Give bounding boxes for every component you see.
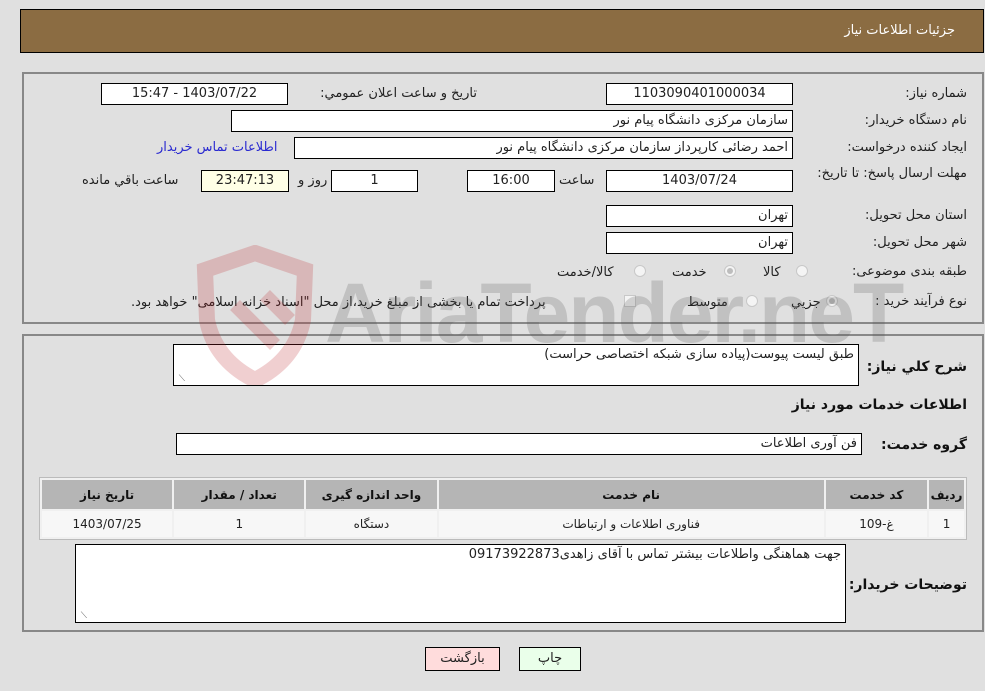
col-quantity: تعداد / مقدار xyxy=(174,480,305,509)
province-field: تهران xyxy=(606,205,793,227)
cell-service-name: فناوری اطلاعات و ارتباطات xyxy=(438,511,824,537)
category-label: طبقه بندی موضوعی: xyxy=(851,264,967,279)
cell-quantity: 1 xyxy=(174,511,305,537)
deadline-date-field: 1403/07/24 xyxy=(606,170,793,192)
category-service-label: خدمت xyxy=(672,265,707,280)
process-medium-label: متوسط xyxy=(687,295,728,310)
treasury-note: پرداخت تمام يا بخشی از مبلغ خريد،از محل … xyxy=(131,295,546,310)
buyer-notes-label: توضيحات خريدار: xyxy=(848,577,967,593)
city-label: شهر محل تحويل: xyxy=(872,235,967,250)
category-radio-goods-service[interactable] xyxy=(634,265,646,277)
buyer-org-label: نام دستگاه خريدار: xyxy=(864,113,967,128)
process-radio-minor[interactable] xyxy=(826,295,838,307)
announce-datetime-field: 1403/07/22 - 15:47 xyxy=(101,83,288,105)
buyer-notes-textarea[interactable]: جهت هماهنگی واطلاعات بیشتر تماس با آقای … xyxy=(75,544,846,623)
back-button[interactable]: بازگشت xyxy=(425,647,500,671)
announce-datetime-label: تاريخ و ساعت اعلان عمومي: xyxy=(320,86,477,101)
cell-unit: دستگاه xyxy=(306,511,437,537)
cell-service-code: غ-109 xyxy=(825,511,928,537)
requester-label: ايجاد کننده درخواست: xyxy=(847,140,967,155)
province-label: استان محل تحويل: xyxy=(865,208,967,223)
description-text: طبق لیست پیوست(پیاده سازی شبکه اختصاصی ح… xyxy=(544,347,854,362)
description-label: شرح کلي نياز: xyxy=(866,359,967,375)
description-textarea[interactable]: طبق لیست پیوست(پیاده سازی شبکه اختصاصی ح… xyxy=(173,344,859,386)
col-need-date: تاريخ نياز xyxy=(42,480,173,509)
services-heading: اطلاعات خدمات مورد نياز xyxy=(791,397,967,413)
page-title: جزئيات اطلاعات نياز xyxy=(844,23,955,38)
category-radio-service[interactable] xyxy=(724,265,736,277)
col-service-name: نام خدمت xyxy=(438,480,824,509)
need-number-label: شماره نياز: xyxy=(905,86,967,101)
need-number-field: 1103090401000034 xyxy=(606,83,793,105)
buyer-contact-link[interactable]: اطلاعات تماس خريدار xyxy=(157,140,277,155)
city-field: تهران xyxy=(606,232,793,254)
deadline-time-label: ساعت xyxy=(559,173,595,188)
category-goods-label: کالا xyxy=(763,265,781,280)
time-remaining-label: ساعت باقي مانده xyxy=(82,173,179,188)
service-group-field: فن آوری اطلاعات xyxy=(176,433,862,455)
process-minor-label: جزيي xyxy=(791,295,821,310)
time-remaining-field: 23:47:13 xyxy=(201,170,289,192)
resize-grip-icon[interactable]: ⟋ xyxy=(177,375,185,384)
table-header-row: رديف کد خدمت نام خدمت واحد اندازه گيری ت… xyxy=(42,480,964,509)
services-table: رديف کد خدمت نام خدمت واحد اندازه گيری ت… xyxy=(39,477,967,540)
print-button[interactable]: چاپ xyxy=(519,647,581,671)
category-radio-goods[interactable] xyxy=(796,265,808,277)
col-row-number: رديف xyxy=(929,480,964,509)
days-label: روز و xyxy=(298,173,328,188)
days-remaining-field: 1 xyxy=(331,170,418,192)
page-header: جزئيات اطلاعات نياز xyxy=(20,9,984,53)
cell-row-number: 1 xyxy=(929,511,964,537)
service-group-label: گروه خدمت: xyxy=(881,437,967,453)
col-unit: واحد اندازه گيری xyxy=(306,480,437,509)
buyer-org-field: سازمان مرکزی دانشگاه پيام نور xyxy=(231,110,793,132)
cell-need-date: 1403/07/25 xyxy=(42,511,173,537)
requester-field: احمد رضائی کارپرداز سازمان مرکزی دانشگاه… xyxy=(294,137,793,159)
process-radio-medium[interactable] xyxy=(746,295,758,307)
resize-grip-icon[interactable]: ⟋ xyxy=(79,612,87,621)
purchase-process-label: نوع فرآيند خريد : xyxy=(875,294,967,309)
category-goods-service-label: کالا/خدمت xyxy=(557,265,614,280)
treasury-checkbox[interactable] xyxy=(624,295,636,307)
buyer-notes-text: جهت هماهنگی واطلاعات بیشتر تماس با آقای … xyxy=(468,547,841,562)
deadline-label: مهلت ارسال پاسخ: تا تاريخ: xyxy=(817,166,967,181)
deadline-time-field: 16:00 xyxy=(467,170,555,192)
col-service-code: کد خدمت xyxy=(825,480,928,509)
table-row: 1 غ-109 فناوری اطلاعات و ارتباطات دستگاه… xyxy=(42,511,964,537)
